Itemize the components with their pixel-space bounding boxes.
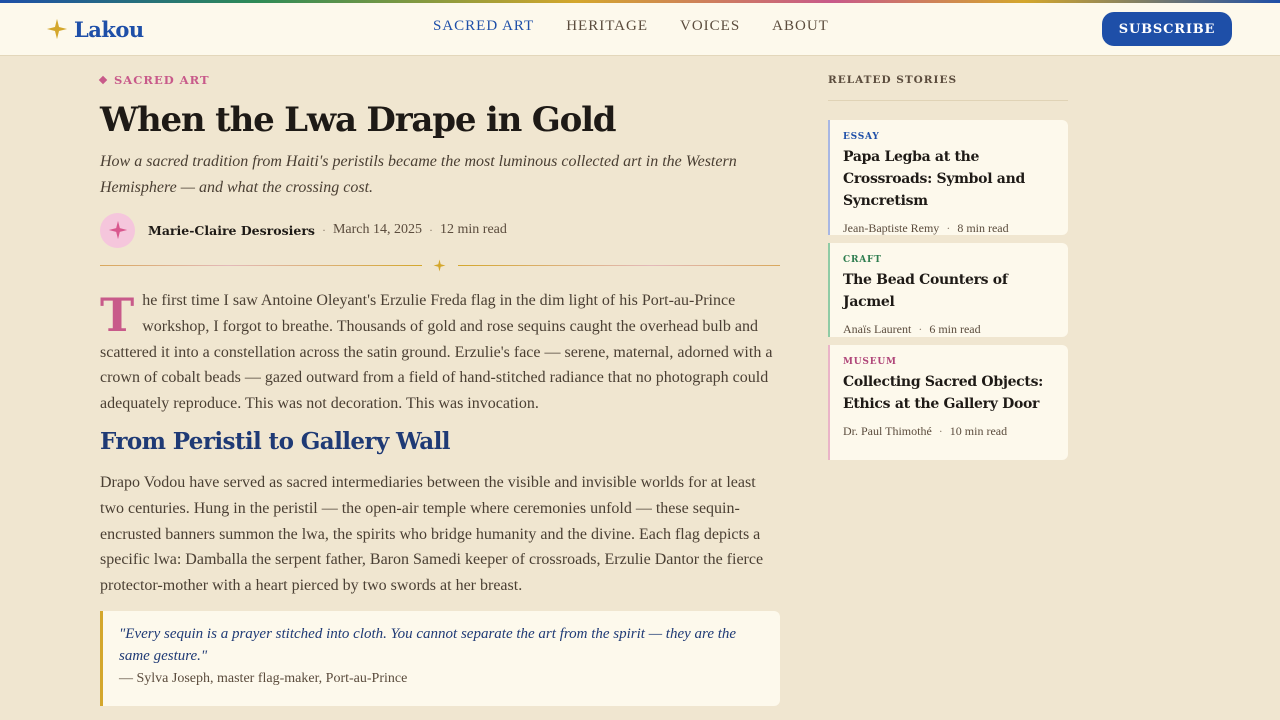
publish-date: March 14, 2025 [332, 222, 423, 237]
meta-separator: · [938, 424, 943, 438]
story-author: Anaïs Laurent [843, 322, 912, 336]
story-tag: ESSAY [843, 132, 880, 142]
story-meta: Anaïs Laurent · 6 min read [843, 322, 1054, 337]
quote-attribution: — Sylva Joseph, master flag-maker, Port-… [119, 671, 408, 686]
diamond-icon [98, 75, 108, 85]
story-read-time: 6 min read [929, 322, 981, 336]
read-time: 12 min read [440, 222, 507, 237]
main-nav: SACRED ART HERITAGE VOICES ABOUT [433, 18, 829, 35]
nav-item-sacred-art[interactable]: SACRED ART [433, 18, 534, 35]
article-paragraph: Drapo Vodou have served as sacred interm… [100, 474, 764, 595]
section-heading: From Peristil to Gallery Wall [100, 428, 450, 455]
nav-item-voices[interactable]: VOICES [680, 18, 740, 35]
drop-cap: T [100, 288, 135, 342]
author-avatar[interactable] [100, 212, 135, 248]
story-read-time: 8 min read [957, 221, 1009, 235]
star-divider-icon [433, 259, 446, 272]
story-meta: Dr. Paul Thimothé · 10 min read [843, 424, 1054, 439]
related-story-card[interactable]: CRAFT The Bead Counters of Jacmel Anaïs … [828, 243, 1068, 337]
story-author: Jean-Baptiste Remy [843, 221, 940, 235]
quote-text: "Every sequin is a prayer stitched into … [119, 626, 737, 664]
pull-quote: "Every sequin is a prayer stitched into … [100, 611, 780, 706]
meta-separator: · [429, 222, 434, 237]
story-title[interactable]: Papa Legba at the Crossroads: Symbol and… [843, 146, 1054, 212]
divider-line [100, 265, 422, 266]
article-paragraph: The first time I saw Antoine Oleyant's E… [100, 288, 780, 417]
story-title[interactable]: Collecting Sacred Objects: Ethics at the… [843, 371, 1054, 415]
meta-separator: · [946, 221, 951, 235]
article-title: When the Lwa Drape in Gold [100, 100, 617, 140]
related-story-card[interactable]: ESSAY Papa Legba at the Crossroads: Symb… [828, 120, 1068, 235]
subscribe-button[interactable]: SUBSCRIBE [1102, 12, 1232, 46]
star-icon [108, 220, 127, 240]
divider-line [458, 265, 780, 266]
story-read-time: 10 min read [949, 424, 1008, 438]
paragraph-text: he first time I saw Antoine Oleyant's Er… [100, 292, 773, 413]
story-title[interactable]: The Bead Counters of Jacmel [843, 269, 1054, 313]
related-story-card[interactable]: MUSEUM Collecting Sacred Objects: Ethics… [828, 345, 1068, 460]
article-kicker[interactable]: SACRED ART [98, 73, 210, 87]
ornamental-divider [100, 257, 780, 273]
meta-separator: · [918, 322, 923, 336]
byline: Marie-Claire Desrosiers · March 14, 2025… [100, 212, 507, 248]
site-header: Lakou SACRED ART HERITAGE VOICES ABOUT S… [0, 3, 1280, 56]
story-author: Dr. Paul Thimothé [843, 424, 932, 438]
sidebar-heading: RELATED STORIES [828, 74, 1068, 101]
kicker-label: SACRED ART [114, 73, 210, 87]
story-tag: CRAFT [843, 255, 882, 265]
star-logo-icon [46, 18, 68, 40]
author-name[interactable]: Marie-Claire Desrosiers [148, 223, 315, 238]
site-logo[interactable]: Lakou [46, 14, 144, 44]
nav-item-about[interactable]: ABOUT [772, 18, 829, 35]
story-tag: MUSEUM [843, 357, 897, 367]
site-name: Lakou [74, 16, 144, 42]
nav-item-heritage[interactable]: HERITAGE [566, 18, 648, 35]
story-meta: Jean-Baptiste Remy · 8 min read [843, 221, 1054, 236]
meta-separator: · [321, 222, 326, 237]
article-dek: How a sacred tradition from Haiti's peri… [100, 153, 737, 196]
